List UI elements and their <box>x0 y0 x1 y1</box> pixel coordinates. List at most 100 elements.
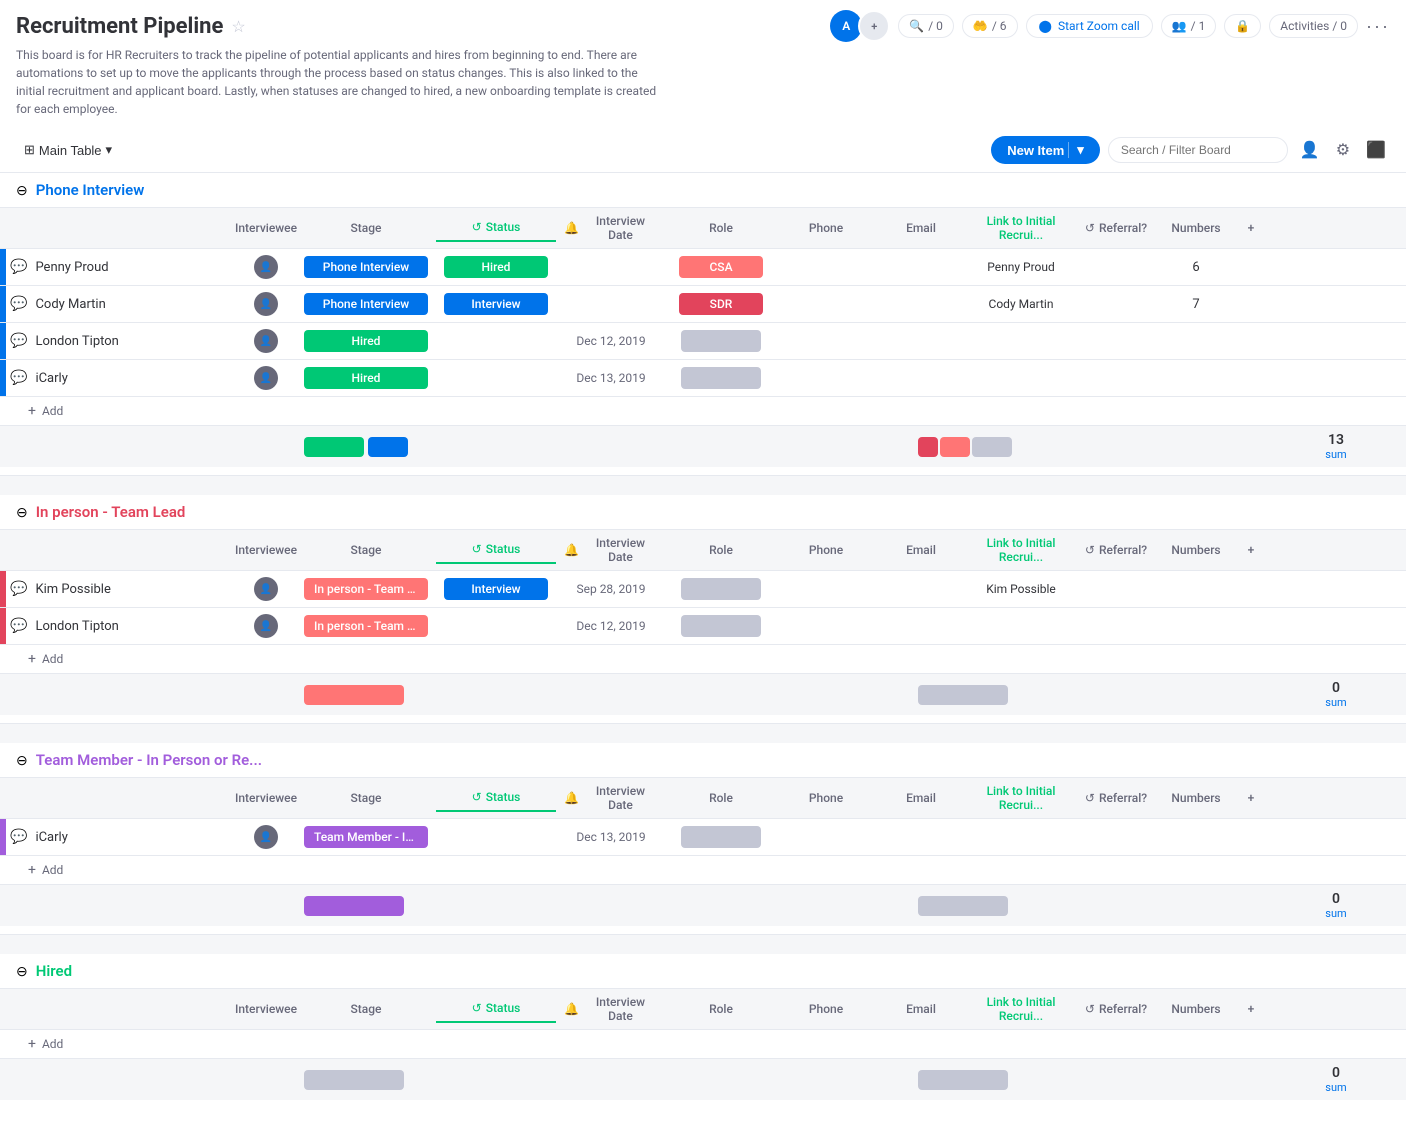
cell-status-kim[interactable]: Interview <box>436 572 556 606</box>
gray-placeholder <box>681 826 761 848</box>
stage-badge[interactable]: In person - Team Lead <box>304 578 428 600</box>
stage-badge[interactable]: Phone Interview <box>304 293 428 315</box>
status-badge[interactable]: Interview <box>444 293 548 315</box>
cell-date-kim: Sep 28, 2019 <box>556 576 666 602</box>
summary-num-value: 0 <box>1296 891 1376 907</box>
chat-icon[interactable]: 💬 <box>10 296 27 312</box>
cell-interviewee-london1: 👤 <box>236 323 296 359</box>
summary-stage-team-member <box>296 892 680 920</box>
cell-link-kim[interactable]: Kim Possible <box>966 576 1076 602</box>
col-header-add4[interactable]: + <box>1236 996 1266 1022</box>
stage-badge[interactable]: Hired <box>304 330 428 352</box>
cell-email-london2 <box>876 620 966 632</box>
cell-status-penny[interactable]: Hired <box>436 250 556 284</box>
group-toggle-team-member[interactable]: ⊖ <box>16 752 28 769</box>
cell-stage-london2[interactable]: In person - Team Lead <box>296 609 436 643</box>
role-badge[interactable]: SDR <box>679 293 764 315</box>
summary-stage-hired <box>296 1066 680 1094</box>
chat-icon[interactable]: 💬 <box>10 333 27 349</box>
col-header-add3[interactable]: + <box>1236 785 1266 811</box>
cell-stage-london1[interactable]: Hired <box>296 324 436 358</box>
summary-sum-label[interactable]: sum <box>1296 696 1376 709</box>
group-toggle-phone-interview[interactable]: ⊖ <box>16 182 28 199</box>
new-item-button[interactable]: New Item ▾ <box>991 136 1100 164</box>
group-toggle-hired[interactable]: ⊖ <box>16 963 28 980</box>
group-label-hired[interactable]: Hired <box>36 962 72 980</box>
add-icon: + <box>28 403 36 419</box>
row-name: London Tipton <box>35 619 118 634</box>
toolbar: ⊞ Main Table ▾ New Item ▾ 👤 ⚙ ⬛ <box>0 128 1406 173</box>
chat-icon[interactable]: 💬 <box>10 370 27 386</box>
cell-stage-icarly1[interactable]: Hired <box>296 361 436 395</box>
group-toggle-in-person[interactable]: ⊖ <box>16 504 28 521</box>
col-header-numbers2: Numbers <box>1156 537 1236 563</box>
group-label-in-person[interactable]: In person - Team Lead <box>36 503 186 521</box>
more-options-button[interactable]: ··· <box>1366 16 1390 37</box>
cell-referral-penny <box>1076 261 1156 273</box>
cell-role-cody[interactable]: SDR <box>666 287 776 321</box>
activities-pill[interactable]: Activities / 0 <box>1269 14 1358 38</box>
cell-role-penny[interactable]: CSA <box>666 250 776 284</box>
col-header-add[interactable]: + <box>1236 215 1266 241</box>
group-label-phone-interview[interactable]: Phone Interview <box>36 181 145 199</box>
cell-interviewee-icarly2: 👤 <box>236 819 296 855</box>
summary-role-bar-gray <box>918 1070 1008 1090</box>
search-input[interactable] <box>1108 137 1288 163</box>
add-row-team-member[interactable]: + Add <box>0 856 1406 884</box>
cell-status-cody[interactable]: Interview <box>436 287 556 321</box>
add-row-in-person[interactable]: + Add <box>0 645 1406 673</box>
avatar-extra[interactable]: + <box>858 10 890 42</box>
summary-sum-label[interactable]: sum <box>1296 907 1376 920</box>
summary-role-phone <box>910 433 1020 461</box>
col-header-date4: 🔔 Interview Date <box>556 989 666 1029</box>
cell-link-penny[interactable]: Penny Proud <box>966 254 1076 280</box>
status-badge[interactable]: Hired <box>444 256 548 278</box>
filter-icon[interactable]: ⬛ <box>1362 136 1390 164</box>
status-badge[interactable]: Interview <box>444 578 548 600</box>
person-filter-icon[interactable]: 👤 <box>1296 136 1324 164</box>
cell-date-london2: Dec 12, 2019 <box>556 613 666 639</box>
group-label-team-member[interactable]: Team Member - In Person or Re... <box>36 751 262 769</box>
cell-stage-cody[interactable]: Phone Interview <box>296 287 436 321</box>
search-count-pill[interactable]: 🔍 / 0 <box>898 14 954 38</box>
cell-phone-london2 <box>776 620 876 632</box>
group-in-person-team-lead: ⊖ In person - Team Lead Interviewee Stag… <box>0 495 1406 715</box>
col-header-add2[interactable]: + <box>1236 537 1266 563</box>
summary-sum-label[interactable]: sum <box>1296 448 1376 461</box>
cell-link-cody[interactable]: Cody Martin <box>966 291 1076 317</box>
summary-status-in-person <box>680 691 800 699</box>
board-description: This board is for HR Recruiters to track… <box>0 42 680 128</box>
role-badge[interactable]: CSA <box>679 256 764 278</box>
chat-icon[interactable]: 💬 <box>10 581 27 597</box>
cell-stage-kim[interactable]: In person - Team Lead <box>296 572 436 606</box>
cell-add-icarly2 <box>1236 831 1266 843</box>
summary-numbers-hired: 0 sum <box>1296 1065 1376 1094</box>
cell-stage-icarly2[interactable]: Team Member - In Pe... <box>296 820 436 854</box>
chat-icon[interactable]: 💬 <box>10 829 27 845</box>
cell-date-icarly1: Dec 13, 2019 <box>556 365 666 391</box>
members-pill[interactable]: 👥 / 1 <box>1161 14 1217 38</box>
dropdown-chevron-icon: ▾ <box>106 142 113 158</box>
summary-sum-label[interactable]: sum <box>1296 1081 1376 1094</box>
lock-icon: 🔒 <box>1235 19 1250 33</box>
add-row-hired[interactable]: + Add <box>0 1030 1406 1058</box>
cell-role-icarly2 <box>666 820 776 854</box>
stage-badge[interactable]: In person - Team Lead <box>304 615 428 637</box>
cell-stage-penny[interactable]: Phone Interview <box>296 250 436 284</box>
chat-icon[interactable]: 💬 <box>10 618 27 634</box>
stage-badge[interactable]: Hired <box>304 367 428 389</box>
zoom-pill[interactable]: ⬤ Start Zoom call <box>1026 14 1153 38</box>
top-bar: Recruitment Pipeline ☆ A + 🔍 / 0 🤲 / 6 ⬤… <box>0 0 1406 42</box>
main-table-button[interactable]: ⊞ Main Table ▾ <box>16 138 120 162</box>
stage-badge[interactable]: Team Member - In Pe... <box>304 826 428 848</box>
col-header-date3: 🔔 Interview Date <box>556 778 666 818</box>
collab-count-pill[interactable]: 🤲 / 6 <box>962 14 1018 38</box>
star-icon[interactable]: ☆ <box>231 17 245 36</box>
settings-icon[interactable]: ⚙ <box>1332 136 1354 164</box>
add-row-phone-interview[interactable]: + Add <box>0 397 1406 425</box>
cell-referral-london2 <box>1076 620 1156 632</box>
stage-badge[interactable]: Phone Interview <box>304 256 428 278</box>
col-header-status3: ↺ Status <box>436 784 556 812</box>
chat-icon[interactable]: 💬 <box>10 259 27 275</box>
lock-pill[interactable]: 🔒 <box>1224 14 1261 38</box>
